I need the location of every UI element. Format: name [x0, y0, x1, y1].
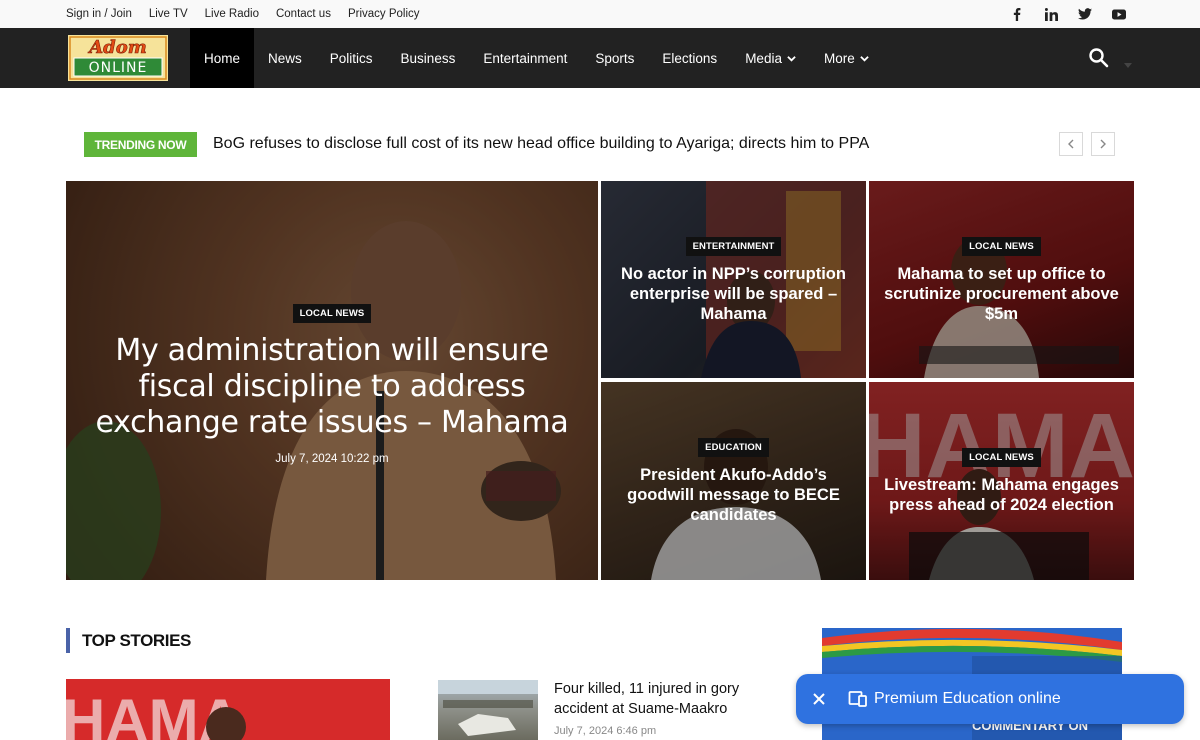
contact-us-link[interactable]: Contact us	[276, 8, 331, 20]
popup-label[interactable]: Premium Education online	[874, 690, 1061, 708]
hero-tile-1[interactable]: ENTERTAINMENT No actor in NPP’s corrupti…	[601, 181, 866, 378]
nav-business[interactable]: Business	[387, 28, 470, 88]
hero-tile-1-content: ENTERTAINMENT No actor in NPP’s corrupti…	[601, 237, 866, 324]
youtube-icon[interactable]	[1112, 7, 1126, 21]
hero-main-content: LOCAL NEWS My administration will ensure…	[66, 304, 598, 465]
hero-tile-3-title[interactable]: President Akufo-Addo’s goodwill message …	[615, 465, 852, 525]
hero-tile-4-category[interactable]: LOCAL NEWS	[962, 448, 1041, 467]
nav-media[interactable]: Media	[731, 28, 810, 88]
chevron-down-icon	[859, 55, 869, 62]
nav-entertainment[interactable]: Entertainment	[469, 28, 581, 88]
nav-elections[interactable]: Elections	[648, 28, 731, 88]
svg-text:ONLINE: ONLINE	[89, 60, 148, 76]
trending-prev-button[interactable]	[1059, 132, 1083, 156]
hero-main-title[interactable]: My administration will ensure fiscal dis…	[80, 333, 584, 441]
privacy-policy-link[interactable]: Privacy Policy	[348, 8, 420, 20]
top-bar: Sign in / Join Live TV Live Radio Contac…	[0, 0, 1200, 28]
social-links	[1010, 0, 1126, 28]
trending-next-button[interactable]	[1091, 132, 1115, 156]
chevron-left-icon	[1068, 139, 1074, 149]
sign-in-link[interactable]: Sign in / Join	[66, 8, 132, 20]
nav-news[interactable]: News	[254, 28, 316, 88]
top-story-thumb[interactable]	[438, 680, 538, 740]
hero-main-category[interactable]: LOCAL NEWS	[292, 304, 372, 323]
caret-down-icon[interactable]	[1124, 56, 1132, 68]
live-radio-link[interactable]: Live Radio	[205, 8, 259, 20]
nav-sports[interactable]: Sports	[581, 28, 648, 88]
linkedin-icon[interactable]	[1044, 7, 1058, 21]
adom-online-logo[interactable]: Adom ONLINE	[68, 35, 168, 81]
hero-tile-4-title[interactable]: Livestream: Mahama engages press ahead o…	[883, 475, 1120, 515]
hero-main-date: July 7, 2024 10:22 pm	[275, 453, 389, 465]
hero-main-article[interactable]: LOCAL NEWS My administration will ensure…	[66, 181, 598, 580]
top-story-date: July 7, 2024 6:46 pm	[554, 725, 657, 737]
hero-tile-3-category[interactable]: EDUCATION	[698, 438, 769, 457]
close-popup-button[interactable]	[796, 674, 842, 724]
top-stories-heading: TOP STORIES	[66, 628, 191, 653]
twitter-icon[interactable]	[1078, 7, 1092, 21]
hero-tile-2-content: LOCAL NEWS Mahama to set up office to sc…	[869, 237, 1134, 324]
hero-tile-2-category[interactable]: LOCAL NEWS	[962, 237, 1041, 256]
hero-tile-1-category[interactable]: ENTERTAINMENT	[685, 237, 782, 256]
trending-badge: TRENDING NOW	[84, 132, 197, 157]
facebook-icon[interactable]	[1010, 7, 1024, 21]
top-links: Sign in / Join Live TV Live Radio Contac…	[66, 0, 420, 28]
nav-politics[interactable]: Politics	[316, 28, 387, 88]
top-story-title[interactable]: Four killed, 11 injured in gory accident…	[554, 680, 774, 719]
chevron-right-icon	[1100, 139, 1106, 149]
top-story-main-image[interactable]: HAMA	[66, 679, 390, 740]
close-icon	[813, 693, 825, 705]
svg-text:Adom: Adom	[87, 37, 147, 58]
devices-icon	[848, 689, 868, 709]
hero-tile-3-content: EDUCATION President Akufo-Addo’s goodwil…	[601, 438, 866, 525]
nav-home[interactable]: Home	[190, 28, 255, 88]
chevron-down-icon	[787, 55, 796, 62]
search-icon[interactable]	[1088, 47, 1110, 69]
premium-education-popup: Premium Education online	[796, 674, 1184, 724]
hero-tile-4-content: LOCAL NEWS Livestream: Mahama engages pr…	[869, 448, 1134, 515]
hero-tile-2[interactable]: LOCAL NEWS Mahama to set up office to sc…	[869, 181, 1134, 378]
hero-tile-4[interactable]: HAMA LOCAL NEWS Livestream: Mahama engag…	[869, 382, 1134, 580]
hero-tile-1-title[interactable]: No actor in NPP’s corruption enterprise …	[615, 264, 852, 324]
live-tv-link[interactable]: Live TV	[149, 8, 188, 20]
nav-more[interactable]: More	[810, 28, 883, 88]
main-nav: Home News Politics Business Entertainmen…	[190, 28, 883, 88]
trending-headline[interactable]: BoG refuses to disclose full cost of its…	[213, 135, 869, 153]
hero-tile-2-title[interactable]: Mahama to set up office to scrutinize pr…	[883, 264, 1120, 324]
main-nav-bar: Adom ONLINE Home News Politics Business …	[0, 28, 1200, 88]
hero-tile-3[interactable]: EDUCATION President Akufo-Addo’s goodwil…	[601, 382, 866, 580]
